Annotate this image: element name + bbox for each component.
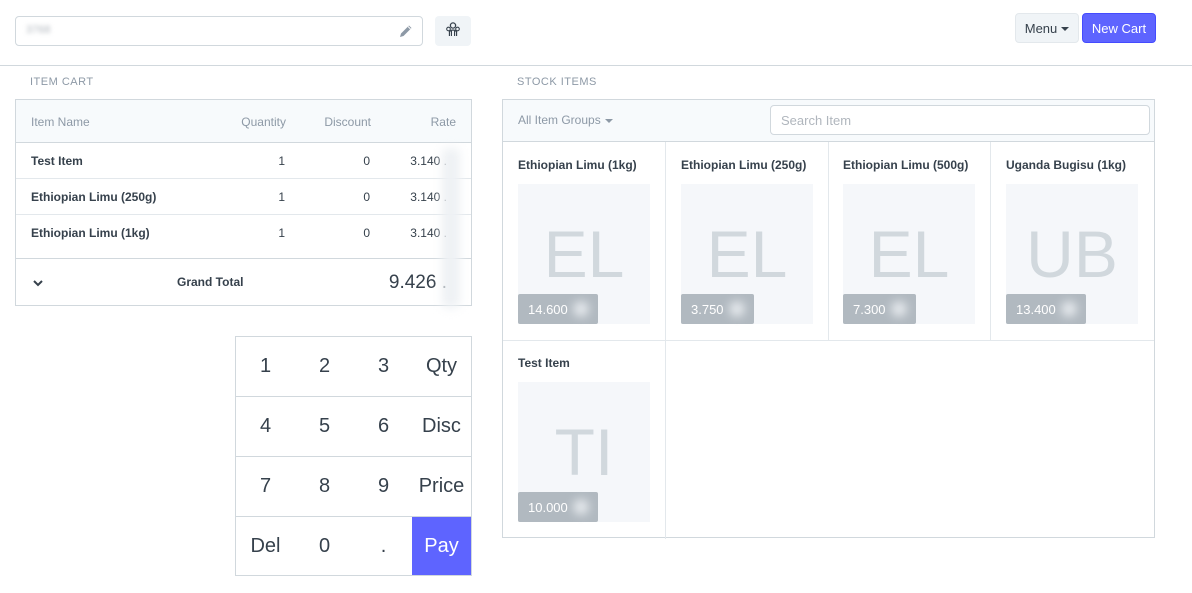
redacted-currency [442,148,460,308]
grand-total-row: Grand Total 9.426 . [16,258,471,306]
item-cart-label: ITEM CART [30,76,94,88]
stock-item-price: 7.300 [843,294,916,324]
pay-button[interactable]: Pay [412,517,471,575]
customer-info-button[interactable] [435,16,471,46]
menu-button[interactable]: Menu [1015,13,1079,43]
stock-items-label: STOCK ITEMS [517,76,597,88]
stock-item-name: Test Item [518,356,570,370]
stock-item-tile[interactable]: Test Item TI 10.000 [503,340,666,539]
stock-items-panel: All Item Groups Ethiopian Limu (1kg) EL … [502,99,1155,539]
header-quantity: Quantity [241,115,286,129]
cart-item-name: Ethiopian Limu (250g) [31,190,157,204]
numpad-key-qty[interactable]: Qty [412,337,471,396]
cart-item-discount: 0 [363,154,370,168]
stock-item-tile[interactable]: Ethiopian Limu (500g) EL 7.300 [828,142,991,341]
cart-item-discount: 0 [363,226,370,240]
cart-item-discount: 0 [363,190,370,204]
item-group-label: All Item Groups [518,113,601,127]
numpad-key-3[interactable]: 3 [354,337,413,396]
new-cart-button[interactable]: New Cart [1082,13,1156,43]
header-rate: Rate [430,115,456,129]
search-item-input[interactable] [770,105,1150,135]
stock-item-name: Uganda Bugisu (1kg) [1006,158,1127,172]
header-discount: Discount [324,115,371,129]
stock-item-price: 13.400 [1006,294,1086,324]
caret-down-icon [604,118,613,123]
cart-item-qty: 1 [278,154,285,168]
cart-item-name: Test Item [31,154,83,168]
menu-label: Menu [1024,20,1058,36]
numpad-key-dot[interactable]: . [354,517,413,575]
chevron-down-icon[interactable] [32,275,44,287]
grand-total-value: 9.426 . [388,272,447,293]
stock-item-price: 10.000 [518,492,598,522]
numpad-key-price[interactable]: Price [412,457,471,516]
numpad-key-0[interactable]: 0 [295,517,354,575]
customer-group-icon [445,21,461,42]
cart-item-qty: 1 [278,190,285,204]
numpad-key-8[interactable]: 8 [295,457,354,516]
cart-row[interactable]: Ethiopian Limu (1kg) 1 0 3.140 . [16,215,471,251]
caret-down-icon [1061,26,1070,31]
grand-total-label: Grand Total [177,275,244,289]
cart-header: Item Name Quantity Discount Rate [16,100,471,143]
top-bar: 3768 Menu New Cart [0,0,1192,66]
cart-row[interactable]: Test Item 1 0 3.140 . [16,143,471,179]
numpad-key-5[interactable]: 5 [295,397,354,456]
numpad-key-9[interactable]: 9 [354,457,413,516]
stock-item-price: 14.600 [518,294,598,324]
numpad-key-del[interactable]: Del [236,517,295,575]
stock-item-price: 3.750 [681,294,754,324]
numpad-key-2[interactable]: 2 [295,337,354,396]
numpad-key-disc[interactable]: Disc [412,397,471,456]
customer-value: 3768 [26,24,51,36]
cart-item-qty: 1 [278,226,285,240]
stock-item-tile[interactable]: Ethiopian Limu (250g) EL 3.750 [666,142,829,341]
stock-item-name: Ethiopian Limu (1kg) [518,158,637,172]
item-group-filter[interactable]: All Item Groups [518,113,613,127]
item-cart-table: Item Name Quantity Discount Rate Test It… [15,99,472,308]
pencil-icon[interactable] [398,23,414,39]
customer-field[interactable]: 3768 [15,16,423,46]
stock-item-tile[interactable]: Ethiopian Limu (1kg) EL 14.600 [503,142,666,341]
stock-item-name: Ethiopian Limu (250g) [681,158,807,172]
numpad-key-7[interactable]: 7 [236,457,295,516]
numpad-key-6[interactable]: 6 [354,397,413,456]
numpad-key-4[interactable]: 4 [236,397,295,456]
cart-row[interactable]: Ethiopian Limu (250g) 1 0 3.140 . [16,179,471,215]
stock-header: All Item Groups [503,100,1154,142]
numpad: 1 2 3 Qty 4 5 6 Disc 7 8 9 Price Del 0 .… [235,336,472,576]
stock-item-name: Ethiopian Limu (500g) [843,158,969,172]
numpad-key-1[interactable]: 1 [236,337,295,396]
stock-item-tile[interactable]: Uganda Bugisu (1kg) UB 13.400 [991,142,1154,341]
header-item-name: Item Name [31,115,90,129]
cart-item-name: Ethiopian Limu (1kg) [31,226,150,240]
